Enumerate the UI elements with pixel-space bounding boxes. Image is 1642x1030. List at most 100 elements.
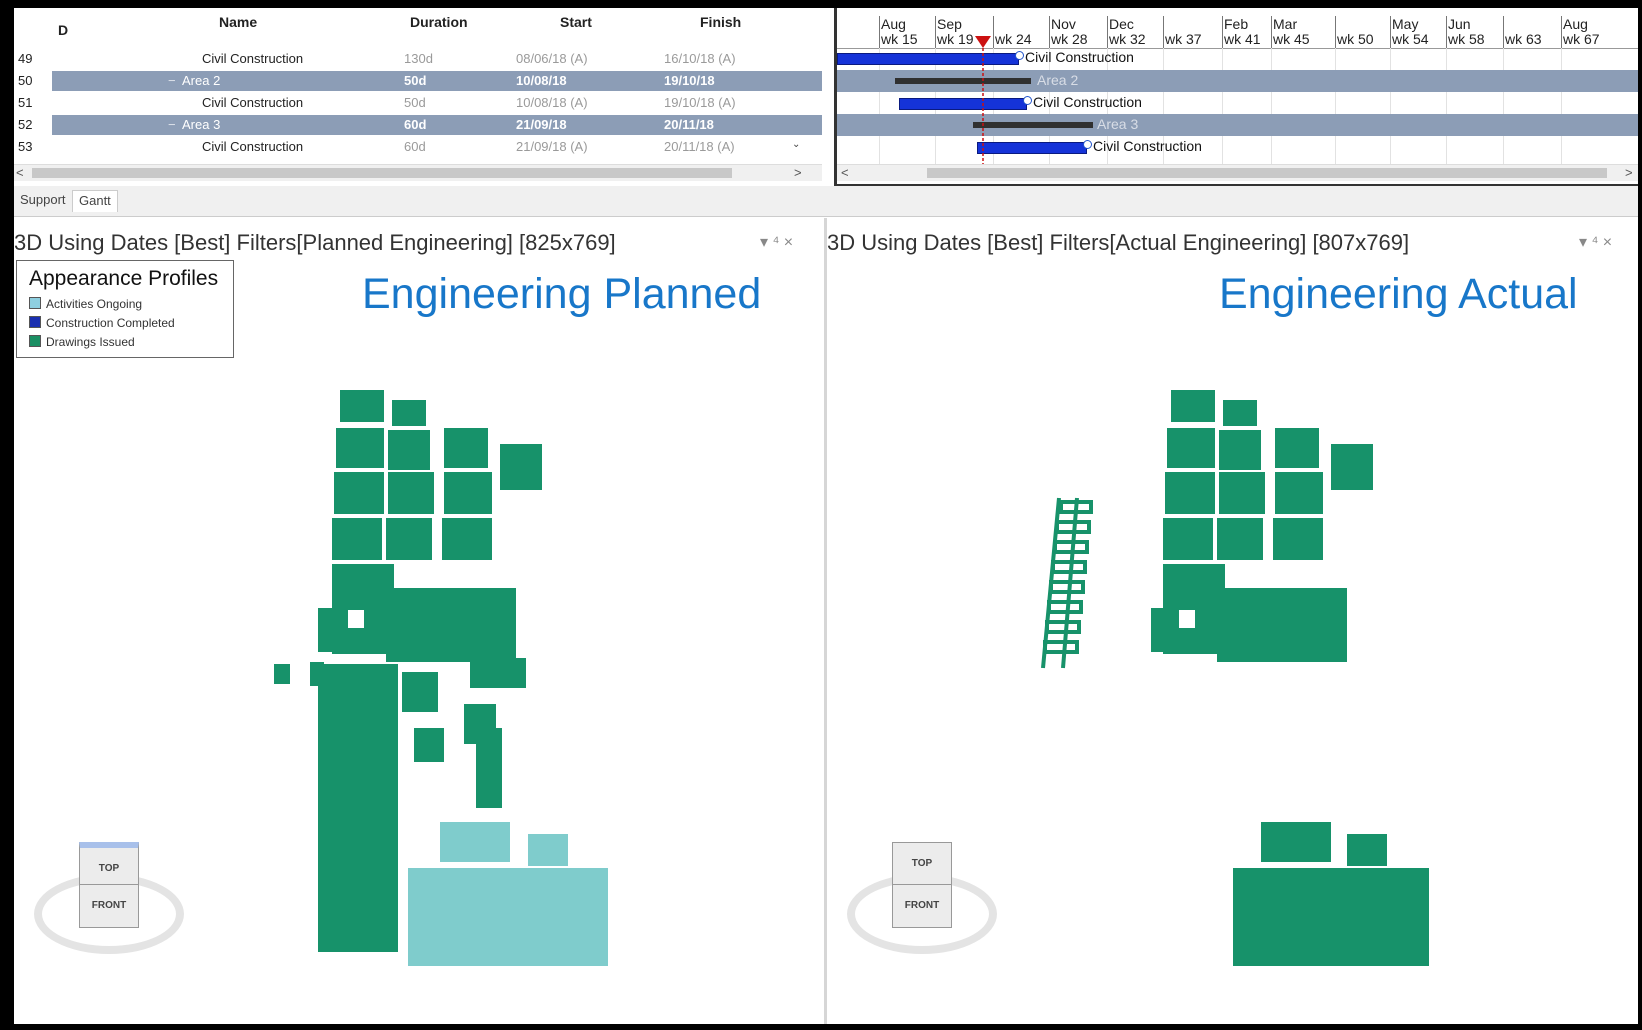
- scroll-right-icon[interactable]: >: [1625, 165, 1633, 180]
- col-header-id[interactable]: D: [58, 22, 68, 38]
- week-label: wk 32: [1109, 31, 1146, 47]
- nav-front-face[interactable]: FRONT: [892, 884, 952, 928]
- row-id: 51: [18, 95, 33, 110]
- gantt-chart: Aug Sep Nov Dec Feb Mar May Jun Aug wk 1…: [834, 8, 1638, 187]
- week-label: wk 41: [1224, 31, 1261, 47]
- scroll-left-icon[interactable]: <: [841, 165, 849, 180]
- table-row[interactable]: 50 − Area 2 50d 10/08/18 19/10/18: [14, 70, 824, 92]
- task-name: Civil Construction: [202, 139, 304, 154]
- month-label: Dec: [1109, 16, 1134, 32]
- month-label: Sep: [937, 16, 962, 32]
- viewport-planned[interactable]: 3D Using Dates [Best] Filters[Planned En…: [14, 218, 824, 1024]
- nav-top-face[interactable]: TOP: [892, 842, 952, 886]
- gantt-row[interactable]: Area 3: [837, 114, 1638, 136]
- row-id: 53: [18, 139, 33, 154]
- milestone-dot: [1083, 140, 1092, 149]
- gantt-bar-label: Civil Construction: [1025, 49, 1134, 65]
- col-header-start[interactable]: Start: [560, 14, 592, 30]
- task-duration: 130d: [404, 51, 433, 66]
- gantt-horizontal-scrollbar[interactable]: < >: [837, 164, 1638, 181]
- view-navigation-cube[interactable]: TOP FRONT: [847, 836, 997, 966]
- table-row[interactable]: 51 Civil Construction 50d 10/08/18 (A) 1…: [14, 92, 824, 114]
- gantt-bar-label: Area 3: [1097, 116, 1139, 132]
- table-row[interactable]: 49 Civil Construction 130d 08/06/18 (A) …: [14, 48, 824, 70]
- week-label: wk 58: [1448, 31, 1485, 47]
- scroll-left-icon[interactable]: <: [16, 165, 24, 180]
- bottom-tab-strip: Support Gantt: [14, 186, 1638, 217]
- task-finish: 19/10/18: [664, 73, 715, 88]
- row-id: 50: [18, 73, 33, 88]
- tab-support[interactable]: Support: [14, 190, 72, 212]
- task-name: Civil Construction: [202, 95, 304, 110]
- table-row[interactable]: 52 − Area 3 60d 21/09/18 20/11/18: [14, 114, 824, 136]
- col-header-finish[interactable]: Finish: [700, 14, 741, 30]
- month-label: Aug: [1563, 16, 1588, 32]
- gantt-bar-label: Area 2: [1037, 72, 1079, 88]
- task-start: 10/08/18 (A): [516, 95, 588, 110]
- gantt-row[interactable]: Area 2: [837, 70, 1638, 92]
- week-label: wk 67: [1563, 31, 1600, 47]
- gantt-bar-label: Civil Construction: [1093, 138, 1202, 154]
- tab-gantt[interactable]: Gantt: [72, 190, 118, 212]
- week-label: wk 15: [881, 31, 918, 47]
- gantt-bar-label: Civil Construction: [1033, 94, 1142, 110]
- timeline-header: Aug Sep Nov Dec Feb Mar May Jun Aug wk 1…: [837, 8, 1638, 49]
- viewport-actual[interactable]: 3D Using Dates [Best] Filters[Actual Eng…: [827, 218, 1638, 1024]
- nav-front-face[interactable]: FRONT: [79, 884, 139, 928]
- week-label: wk 50: [1337, 31, 1374, 47]
- task-duration: 60d: [404, 117, 427, 132]
- gantt-bar[interactable]: [899, 98, 1027, 110]
- table-horizontal-scrollbar[interactable]: < >: [14, 164, 822, 181]
- task-duration: 50d: [404, 95, 426, 110]
- week-label: wk 54: [1392, 31, 1429, 47]
- month-label: Nov: [1051, 16, 1076, 32]
- week-label: wk 28: [1051, 31, 1088, 47]
- task-finish: 20/11/18: [664, 117, 714, 132]
- task-duration: 50d: [404, 73, 427, 88]
- chevron-down-icon[interactable]: ⌄: [792, 139, 800, 150]
- row-id: 52: [18, 117, 33, 132]
- task-finish: 16/10/18 (A): [664, 51, 736, 66]
- view-navigation-cube[interactable]: TOP FRONT: [34, 836, 184, 966]
- gantt-row[interactable]: Civil Construction: [837, 48, 1638, 70]
- month-label: Mar: [1273, 16, 1298, 32]
- nav-top-face[interactable]: TOP: [79, 842, 139, 886]
- task-finish: 19/10/18 (A): [664, 95, 736, 110]
- task-name: Area 3: [182, 117, 221, 132]
- month-label: Feb: [1224, 16, 1249, 32]
- week-label: wk 19: [937, 31, 974, 47]
- month-label: Aug: [881, 16, 906, 32]
- scroll-right-icon[interactable]: >: [794, 165, 802, 180]
- week-label: wk 24: [995, 31, 1032, 47]
- collapse-icon[interactable]: −: [168, 117, 176, 132]
- week-label: wk 63: [1505, 31, 1542, 47]
- task-start: 21/09/18 (A): [516, 139, 588, 154]
- task-start: 08/06/18 (A): [516, 51, 588, 66]
- collapse-icon[interactable]: −: [168, 73, 176, 88]
- month-label: May: [1392, 16, 1419, 32]
- month-label: Jun: [1448, 16, 1471, 32]
- task-name: Civil Construction: [202, 51, 304, 66]
- gantt-row[interactable]: Civil Construction: [837, 92, 1638, 114]
- app-window: D Name Duration Start Finish 49 Civil Co…: [14, 8, 1638, 1024]
- scrollbar-thumb[interactable]: [32, 168, 732, 178]
- task-duration: 60d: [404, 139, 426, 154]
- week-label: wk 37: [1165, 31, 1202, 47]
- col-header-duration[interactable]: Duration: [410, 14, 468, 30]
- gantt-bar[interactable]: [977, 142, 1087, 154]
- week-label: wk 45: [1273, 31, 1310, 47]
- task-name: Area 2: [182, 73, 221, 88]
- milestone-dot: [1015, 51, 1024, 60]
- row-id: 49: [18, 51, 33, 66]
- task-start: 10/08/18: [516, 73, 567, 88]
- summary-bar[interactable]: [895, 78, 1031, 84]
- scrollbar-thumb[interactable]: [927, 168, 1607, 178]
- task-table: D Name Duration Start Finish 49 Civil Co…: [14, 8, 824, 184]
- milestone-dot: [1023, 96, 1032, 105]
- col-header-name[interactable]: Name: [219, 14, 257, 30]
- task-start: 21/09/18: [516, 117, 567, 132]
- task-finish: 20/11/18 (A): [664, 139, 735, 154]
- table-row[interactable]: 53 Civil Construction 60d 21/09/18 (A) 2…: [14, 136, 824, 158]
- current-date-marker[interactable]: [973, 36, 993, 168]
- gantt-row[interactable]: Civil Construction: [837, 136, 1638, 158]
